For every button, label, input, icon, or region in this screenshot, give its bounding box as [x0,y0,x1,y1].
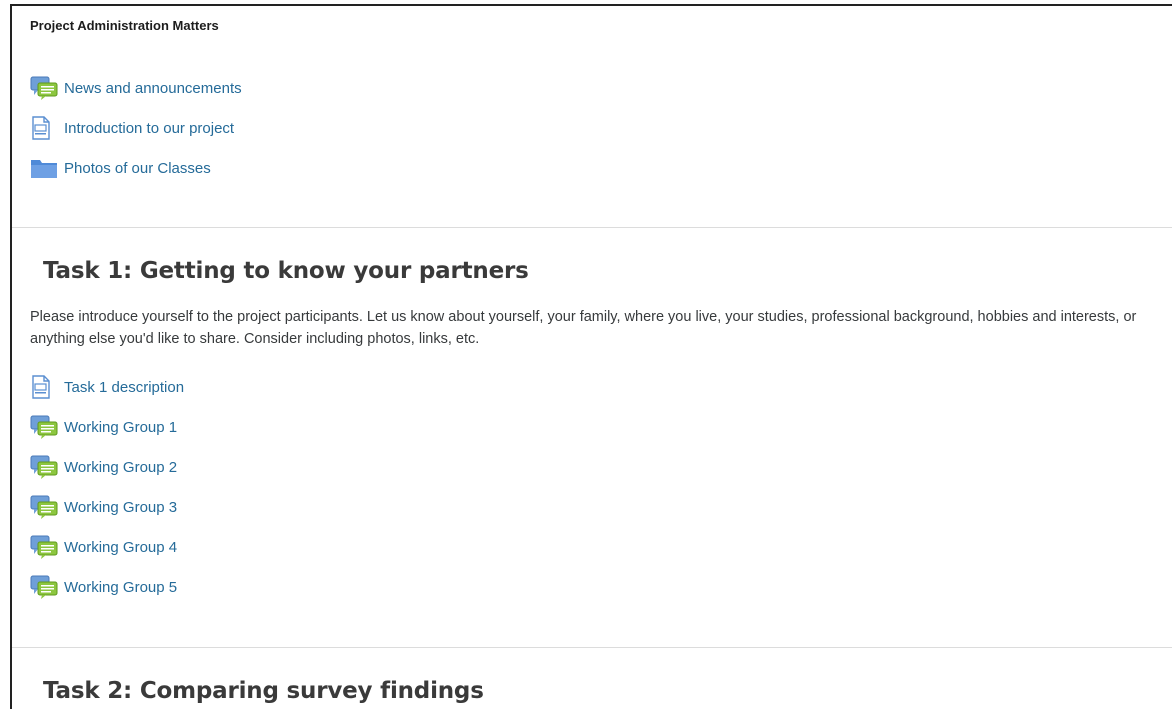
page-icon [30,116,60,140]
forum-icon [30,76,60,100]
section-heading: Task 1: Getting to know your partners [43,258,529,284]
activity-working-group-1[interactable]: Working Group 1 [30,407,184,447]
activity-link[interactable]: Introduction to our project [64,120,234,137]
forum-icon [30,455,60,479]
activity-link[interactable]: Working Group 3 [64,499,177,516]
activity-link[interactable]: News and announcements [64,80,242,97]
activity-working-group-5[interactable]: Working Group 5 [30,567,184,607]
activity-link[interactable]: Working Group 2 [64,459,177,476]
activity-list: Task 1 description Working Group 1 Worki… [30,367,184,607]
folder-icon [30,156,60,180]
section-heading: Task 2: Comparing survey findings [43,678,484,704]
forum-icon [30,415,60,439]
activity-intro-page[interactable]: Introduction to our project [30,108,242,148]
course-content: Project Administration Matters News and … [10,4,1172,709]
section-task-1: Task 1: Getting to know your partners Pl… [12,228,1172,648]
activity-photos-folder[interactable]: Photos of our Classes [30,148,242,188]
section-summary: Please introduce yourself to the project… [30,309,1137,347]
section-general: Project Administration Matters News and … [12,6,1172,228]
forum-icon [30,575,60,599]
activity-working-group-2[interactable]: Working Group 2 [30,447,184,487]
activity-working-group-3[interactable]: Working Group 3 [30,487,184,527]
activity-link[interactable]: Working Group 1 [64,419,177,436]
activity-link[interactable]: Working Group 5 [64,579,177,596]
activity-news-forum[interactable]: News and announcements [30,68,242,108]
section-task-2: Task 2: Comparing survey findings [12,648,1172,708]
forum-icon [30,495,60,519]
forum-icon [30,535,60,559]
activity-link[interactable]: Photos of our Classes [64,160,211,177]
section-title: Project Administration Matters [30,18,219,33]
activity-working-group-4[interactable]: Working Group 4 [30,527,184,567]
activity-task1-description[interactable]: Task 1 description [30,367,184,407]
activity-link[interactable]: Task 1 description [64,379,184,396]
page-icon [30,375,60,399]
activity-link[interactable]: Working Group 4 [64,539,177,556]
activity-list: News and announcements Introduction to o… [30,68,242,188]
